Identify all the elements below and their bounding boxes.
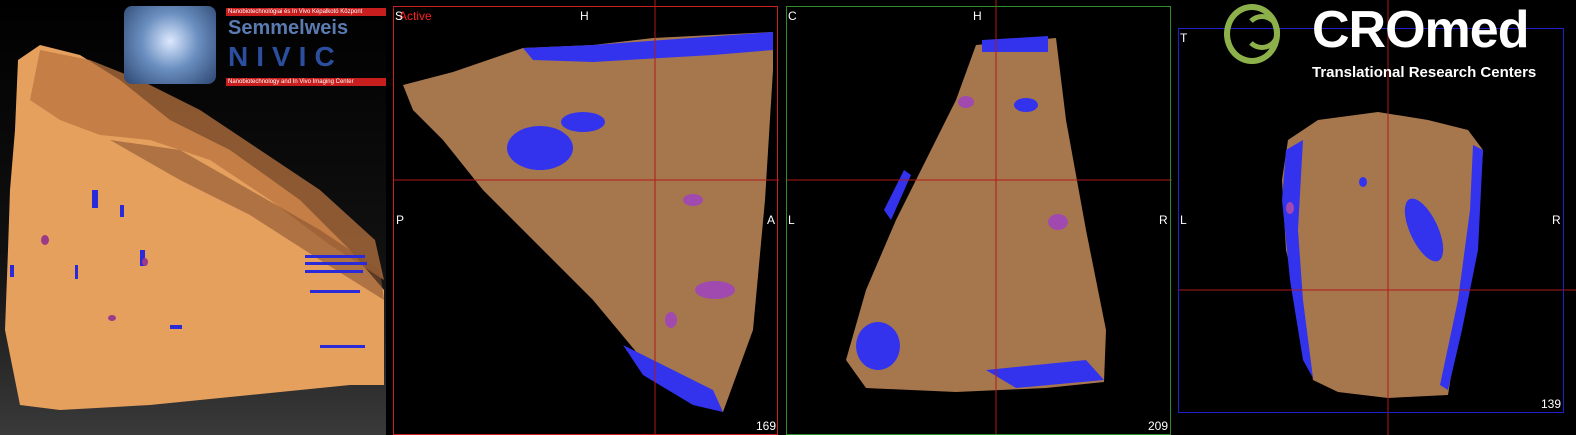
semmelweis-title: Semmelweis [228, 17, 349, 39]
cromed-title: CROmed [1312, 1, 1529, 59]
cromed-logo: CROmed Translational Research Centers [1218, 0, 1568, 86]
sagittal-slice-number: 169 [756, 419, 777, 433]
coronal-view[interactable]: C H L R 209 [786, 0, 1172, 435]
axial-corner-label: T [1180, 31, 1188, 45]
3d-render-view[interactable]: Nanobiotechnológiai és In Vivo Képalkotó… [0, 0, 386, 435]
sagittal-right-label: A [767, 213, 776, 227]
sagittal-left-label: P [396, 213, 405, 227]
axial-right-label: R [1552, 213, 1561, 227]
coronal-top-label: H [973, 9, 982, 23]
coronal-corner-label: C [788, 9, 797, 23]
coronal-slice-image [786, 0, 1172, 435]
semmelweis-tagline-top: Nanobiotechnológiai és In Vivo Képalkotó… [226, 8, 386, 16]
axial-left-label: L [1180, 213, 1187, 227]
sagittal-active-label: Active [399, 9, 432, 23]
coronal-left-label: L [788, 213, 795, 227]
nivic-wordmark: NIVIC [228, 41, 343, 72]
semmelweis-logo: Nanobiotechnológiai és In Vivo Képalkotó… [120, 4, 386, 90]
sagittal-slice-image [393, 0, 779, 435]
cromed-subtitle: Translational Research Centers [1312, 64, 1537, 81]
coronal-slice-number: 209 [1148, 419, 1169, 433]
sagittal-top-label: H [580, 9, 589, 23]
sagittal-corner-label: S [395, 9, 404, 23]
semmelweis-tagline-bottom: Nanobiotechnology and In Vivo Imaging Ce… [226, 78, 386, 86]
cromed-inner-ring-icon [1244, 14, 1280, 50]
sagittal-view[interactable]: Active S H P A 169 [393, 0, 779, 435]
spiral-icon [124, 6, 216, 84]
axial-view[interactable]: T L R 139 CROmed Translational Research … [1178, 0, 1576, 435]
axial-slice-number: 139 [1541, 397, 1562, 411]
coronal-right-label: R [1159, 213, 1168, 227]
